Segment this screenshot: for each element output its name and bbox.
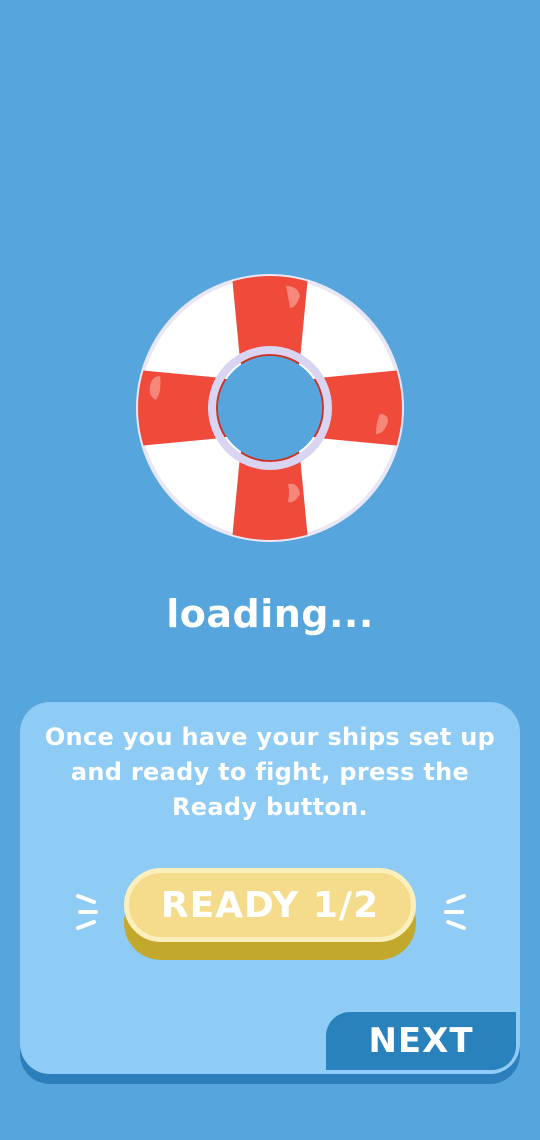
loading-screen: loading... Once you have your ships set … bbox=[0, 0, 540, 1140]
sparkle-left-icon bbox=[76, 894, 98, 930]
ready-button-wrapper[interactable]: READY 1/2 bbox=[124, 868, 416, 962]
ready-button[interactable]: READY 1/2 bbox=[124, 868, 416, 942]
loading-label: loading... bbox=[166, 592, 374, 636]
lifebuoy-icon bbox=[136, 274, 404, 542]
next-button[interactable]: NEXT bbox=[326, 1012, 516, 1070]
tutorial-card: Once you have your ships set up and read… bbox=[20, 702, 520, 1074]
sparkle-right-icon bbox=[444, 894, 466, 930]
tutorial-tip-text: Once you have your ships set up and read… bbox=[44, 723, 496, 821]
